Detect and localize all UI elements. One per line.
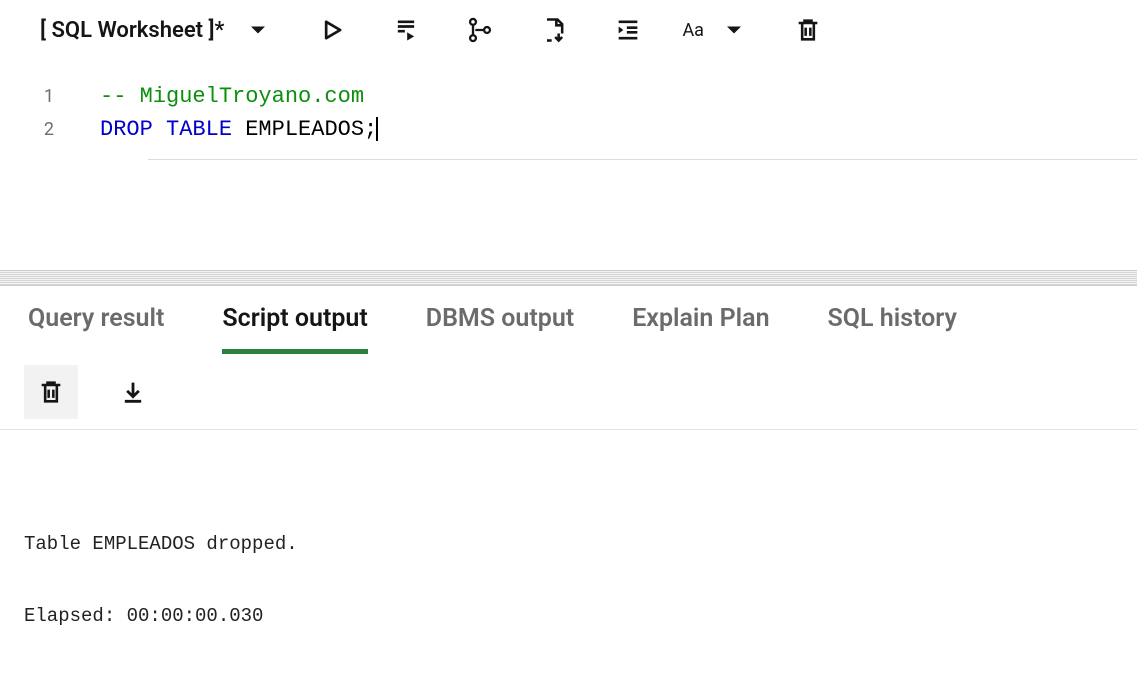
font-size-dropdown[interactable] [710, 8, 758, 52]
code-content[interactable]: -- MiguelTroyano.com [100, 80, 1137, 113]
line-number: 1 [0, 80, 100, 113]
explain-plan-icon [466, 16, 494, 44]
indent-icon [614, 16, 642, 44]
chevron-down-icon [244, 16, 272, 44]
tab-query-result[interactable]: Query result [28, 304, 164, 354]
trash-icon [794, 16, 822, 44]
run-script-button[interactable] [382, 8, 430, 52]
code-line[interactable]: 1-- MiguelTroyano.com [0, 80, 1137, 113]
worksheet-menu-dropdown[interactable] [234, 8, 282, 52]
output-tabs: Query result Script output DBMS output Expl… [0, 286, 1137, 355]
run-script-icon [392, 16, 420, 44]
script-output-content: Table EMPLEADOS dropped. Elapsed: 00:00:… [0, 430, 1137, 634]
download-file-button[interactable] [530, 8, 578, 52]
tab-dbms-output[interactable]: DBMS output [426, 304, 574, 354]
download-output-button[interactable] [106, 365, 160, 419]
run-button[interactable] [308, 8, 356, 52]
code-content[interactable]: DROP TABLE EMPLEADOS; [100, 113, 1137, 146]
output-line: Elapsed: 00:00:00.030 [24, 605, 263, 627]
file-download-icon [540, 16, 568, 44]
sql-editor[interactable]: 1-- MiguelTroyano.com2DROP TABLE EMPLEAD… [0, 60, 1137, 270]
chevron-down-icon [720, 16, 748, 44]
trash-icon [37, 378, 65, 406]
code-line[interactable]: 2DROP TABLE EMPLEADOS; [0, 113, 1137, 146]
output-toolbar [0, 355, 1137, 430]
main-toolbar: [ SQL Worksheet ]* [0, 0, 1137, 60]
splitter-handle[interactable] [0, 270, 1137, 286]
tab-sql-history[interactable]: SQL history [828, 304, 957, 354]
tab-explain-plan[interactable]: Explain Plan [632, 304, 769, 354]
clear-output-button[interactable] [24, 365, 78, 419]
output-line: Table EMPLEADOS dropped. [24, 533, 298, 555]
download-icon [119, 378, 147, 406]
worksheet-title: [ SQL Worksheet ]* [40, 18, 224, 43]
indent-button[interactable] [604, 8, 652, 52]
line-number: 2 [0, 113, 100, 146]
clear-button[interactable] [784, 8, 832, 52]
explain-plan-button[interactable] [456, 8, 504, 52]
tab-script-output[interactable]: Script output [222, 304, 367, 354]
play-icon [318, 16, 346, 44]
font-size-label: Aa [682, 20, 704, 41]
text-cursor [376, 117, 378, 141]
